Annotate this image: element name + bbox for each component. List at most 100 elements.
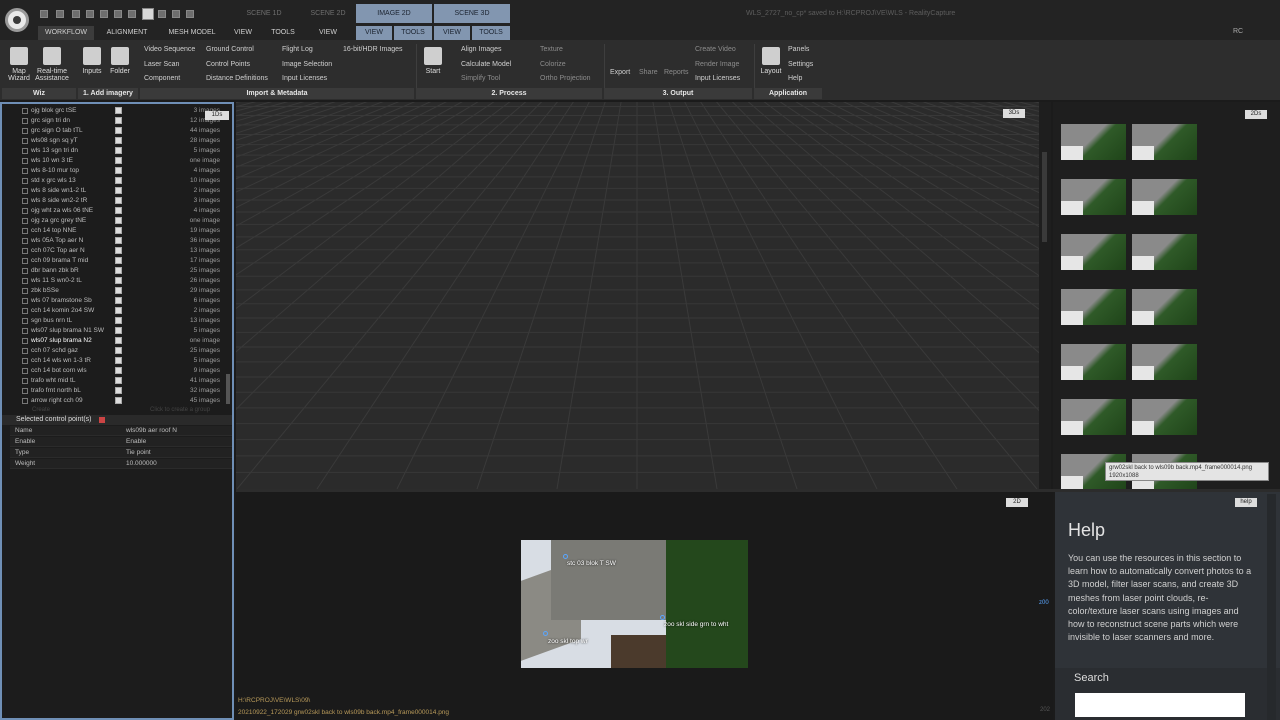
image-thumbnail[interactable] xyxy=(1132,399,1197,435)
quick-access-button[interactable] xyxy=(128,10,136,18)
expand-icon[interactable] xyxy=(22,218,28,224)
expand-icon[interactable] xyxy=(22,318,28,324)
expand-icon[interactable] xyxy=(22,398,28,404)
visibility-checkbox[interactable] xyxy=(115,127,122,134)
expand-icon[interactable] xyxy=(22,108,28,114)
tree-row[interactable]: ojg blok grc tSE3 images xyxy=(2,106,230,116)
control-point-marker[interactable] xyxy=(563,554,568,559)
search-input[interactable] xyxy=(1075,693,1245,717)
tab-tools[interactable]: TOOLS xyxy=(266,26,300,40)
visibility-checkbox[interactable] xyxy=(115,227,122,234)
expand-icon[interactable] xyxy=(22,348,28,354)
visibility-checkbox[interactable] xyxy=(115,377,122,384)
visibility-checkbox[interactable] xyxy=(115,297,122,304)
ortho-projection-button[interactable]: Ortho Projection xyxy=(540,75,591,82)
flight-log-button[interactable]: Flight Log xyxy=(282,46,313,53)
image-thumbnail[interactable] xyxy=(1061,289,1126,325)
tab-workflow[interactable]: WORKFLOW xyxy=(38,26,94,40)
visibility-checkbox[interactable] xyxy=(115,337,122,344)
close-icon[interactable] xyxy=(99,417,105,423)
expand-icon[interactable] xyxy=(22,128,28,134)
inputs-button[interactable]: Inputs xyxy=(80,47,104,75)
start-button[interactable]: Start xyxy=(422,47,444,75)
visibility-checkbox[interactable] xyxy=(115,357,122,364)
tree-row[interactable]: grc sign O tab tTL 44 images xyxy=(2,126,230,136)
redo-icon[interactable] xyxy=(172,10,180,18)
visibility-checkbox[interactable] xyxy=(115,387,122,394)
tree-row[interactable]: sgn bus nrn tL 13 images xyxy=(2,316,230,326)
realtime-assistance-button[interactable]: Real-time Assistance xyxy=(34,47,70,82)
property-value[interactable]: wls09b aer roof N xyxy=(126,426,177,436)
property-row[interactable]: Type Tie point xyxy=(10,448,232,458)
expand-icon[interactable] xyxy=(22,258,28,264)
expand-icon[interactable] xyxy=(22,198,28,204)
property-row[interactable]: Enable Enable xyxy=(10,437,232,447)
visibility-checkbox[interactable] xyxy=(115,237,122,244)
tree-row[interactable]: cch 07 schd gaz 25 images xyxy=(2,346,230,356)
help-badge[interactable]: help xyxy=(1235,498,1257,507)
expand-icon[interactable] xyxy=(22,338,28,344)
tab-image-2d[interactable]: IMAGE 2D xyxy=(356,4,432,23)
tree-row[interactable]: wls 8 side wn2-2 tR 3 images xyxy=(2,196,230,206)
expand-icon[interactable] xyxy=(22,388,28,394)
viewport-2d-badge[interactable]: 2D xyxy=(1006,498,1028,507)
tree-row[interactable]: cch 14 top NNE 19 images xyxy=(2,226,230,236)
visibility-checkbox[interactable] xyxy=(115,257,122,264)
expand-icon[interactable] xyxy=(22,188,28,194)
visibility-checkbox[interactable] xyxy=(115,317,122,324)
create-video-button[interactable]: Create Video xyxy=(695,46,736,53)
tree-row[interactable]: trafo wht mid tL 41 images xyxy=(2,376,230,386)
texture-button[interactable]: Texture xyxy=(540,46,563,53)
quick-access-button[interactable] xyxy=(100,10,108,18)
visibility-checkbox[interactable] xyxy=(115,117,122,124)
image-thumbnail[interactable] xyxy=(1061,234,1126,270)
output-input-licenses-button[interactable]: Input Licenses xyxy=(695,75,740,82)
expand-icon[interactable] xyxy=(22,118,28,124)
tree-row[interactable]: cch 09 brama T mid 17 images xyxy=(2,256,230,266)
help-scrollbar[interactable] xyxy=(1267,494,1276,720)
tab-alignment[interactable]: ALIGNMENT xyxy=(100,26,154,40)
image-thumbnail[interactable] xyxy=(1132,179,1197,215)
property-value[interactable]: Tie point xyxy=(126,448,151,458)
visibility-checkbox[interactable] xyxy=(115,177,122,184)
scene-3d-viewport[interactable]: 3Ds xyxy=(236,102,1039,489)
tab-scene-3d[interactable]: SCENE 3D xyxy=(434,4,510,23)
quick-access-button[interactable] xyxy=(56,10,64,18)
tab-scene-2d[interactable]: SCENE 2D xyxy=(298,4,358,23)
quick-access-button[interactable] xyxy=(114,10,122,18)
image-thumbnail[interactable] xyxy=(1132,344,1197,380)
visibility-checkbox[interactable] xyxy=(115,397,122,404)
expand-icon[interactable] xyxy=(22,328,28,334)
settings-button[interactable]: Settings xyxy=(788,61,813,68)
export-button[interactable]: Export xyxy=(610,69,630,76)
zoom-icon[interactable]: z00 xyxy=(1039,600,1051,612)
expand-icon[interactable] xyxy=(22,208,28,214)
tab-mesh-model[interactable]: MESH MODEL xyxy=(162,26,222,40)
layout-toggle-button[interactable] xyxy=(142,8,154,20)
visibility-checkbox[interactable] xyxy=(115,277,122,284)
tree-row[interactable]: cch 14 komin 2o4 SW 2 images xyxy=(2,306,230,316)
visibility-checkbox[interactable] xyxy=(115,157,122,164)
tree-row[interactable]: wls 05A Top aer N 36 images xyxy=(2,236,230,246)
visibility-checkbox[interactable] xyxy=(115,187,122,194)
quick-access-button[interactable] xyxy=(40,10,48,18)
simplify-tool-button[interactable]: Simplify Tool xyxy=(461,75,500,82)
quick-access-button[interactable] xyxy=(72,10,80,18)
tab-scene-1d[interactable]: SCENE 1D xyxy=(234,4,294,23)
tree-row[interactable]: wls07 slup brama N1 SW 5 images xyxy=(2,326,230,336)
expand-icon[interactable] xyxy=(22,228,28,234)
expand-icon[interactable] xyxy=(22,298,28,304)
tree-row[interactable]: trafo frnt north bL 32 images xyxy=(2,386,230,396)
expand-icon[interactable] xyxy=(22,308,28,314)
visibility-checkbox[interactable] xyxy=(115,107,122,114)
tree-row[interactable]: wls 8 side wn1-2 tL 2 images xyxy=(2,186,230,196)
tree-scrollbar[interactable] xyxy=(226,374,230,404)
expand-icon[interactable] xyxy=(22,238,28,244)
expand-icon[interactable] xyxy=(22,278,28,284)
image-thumbnail[interactable] xyxy=(1132,289,1197,325)
tree-row[interactable]: wls 8-10 mur top 4 images xyxy=(2,166,230,176)
expand-icon[interactable] xyxy=(22,138,28,144)
visibility-checkbox[interactable] xyxy=(115,307,122,314)
visibility-checkbox[interactable] xyxy=(115,147,122,154)
distance-definitions-button[interactable]: Distance Definitions xyxy=(206,75,268,82)
